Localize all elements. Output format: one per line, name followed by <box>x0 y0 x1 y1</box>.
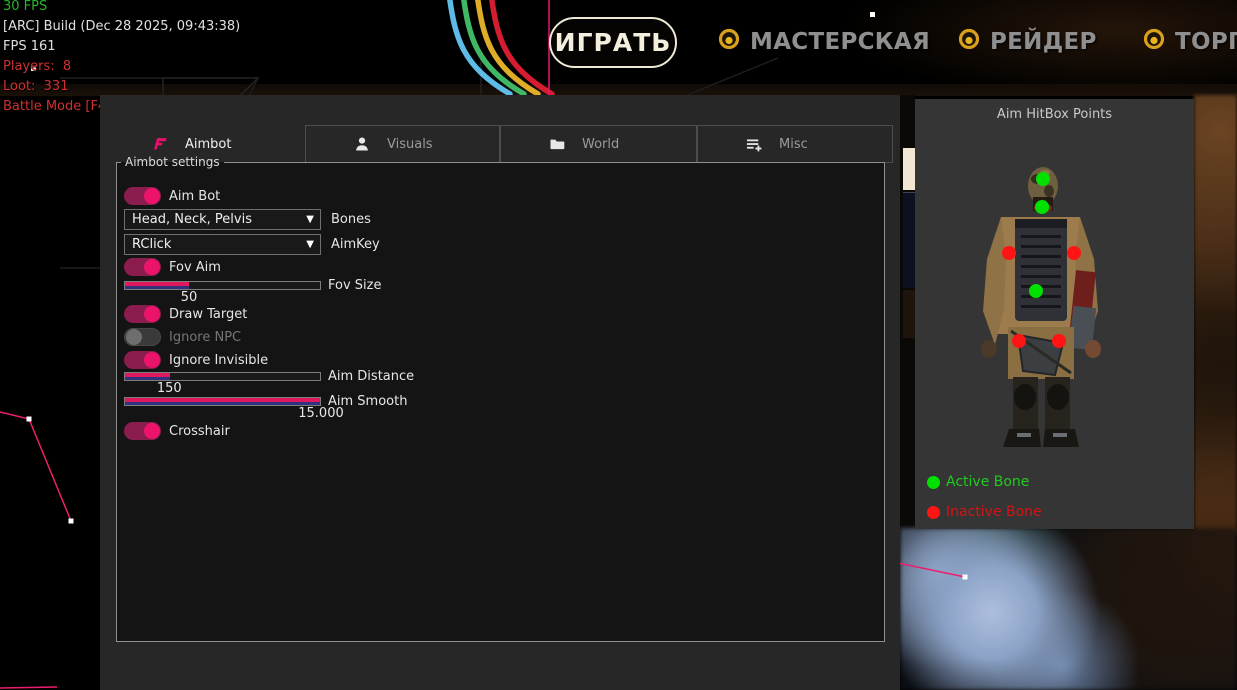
person-icon <box>354 136 371 152</box>
hud-line: Loot: 331 <box>3 77 240 97</box>
slider-label: Aim Smooth <box>328 394 407 409</box>
aimbot-settings-group: Aimbot settings Aim Bot Head, Neck, Pelvi… <box>116 155 885 642</box>
toggle-knob <box>144 423 160 439</box>
hitbox-dot-active <box>1029 284 1043 298</box>
toggle-label: Aim Bot <box>169 189 220 204</box>
toggle-row-aim-bot: Aim Bot <box>124 187 220 205</box>
legend-item: Active Bone <box>927 474 1029 490</box>
tab-label: Visuals <box>387 137 433 152</box>
toggle-label: Crosshair <box>169 424 230 439</box>
game-menu-item[interactable]: РЕЙДЕР <box>958 28 1097 56</box>
draw-target-toggle[interactable] <box>124 305 161 323</box>
game-menu-label: МАСТЕРСКАЯ <box>750 29 930 55</box>
toggle-label: Draw Target <box>169 307 247 322</box>
toggle-knob <box>144 352 160 368</box>
aimbot-icon <box>150 136 167 152</box>
coin-icon <box>718 28 740 56</box>
fov-size-slider[interactable] <box>124 281 321 290</box>
aim-smooth-slider[interactable] <box>124 397 321 406</box>
slider-fill <box>125 398 320 405</box>
dropdown-row-aimkey: RClick ▼ AimKey <box>124 234 380 255</box>
slider-row-aim-smooth: 15.000Aim Smooth <box>124 397 321 406</box>
hud-line: 30 FPS <box>3 0 240 17</box>
cheat-menu-panel: Aimbot Visuals World Misc Aimbot settings A… <box>100 95 900 690</box>
fov-aim-toggle[interactable] <box>124 258 161 276</box>
legend-label: Active Bone <box>946 474 1029 490</box>
dropdown-label: AimKey <box>331 237 380 252</box>
chevron-down-icon: ▼ <box>306 239 314 250</box>
hud-line: Players: 8 <box>3 57 240 77</box>
play-button[interactable]: ИГРАТЬ <box>549 17 677 68</box>
hitbox-dot-inactive <box>1067 246 1081 260</box>
slider-row-fov-size: 50Fov Size <box>124 281 321 290</box>
toggle-knob <box>144 259 160 275</box>
dropdown-label: Bones <box>331 212 371 227</box>
hud-line: [ARC] Build (Dec 28 2025, 09:43:38) <box>3 17 240 37</box>
tab-label: Misc <box>779 137 808 152</box>
chevron-down-icon: ▼ <box>306 214 314 225</box>
hitbox-dot-active <box>1036 172 1050 186</box>
bones-dropdown[interactable]: Head, Neck, Pelvis ▼ <box>124 209 321 230</box>
dropdown-row-bones: Head, Neck, Pelvis ▼ Bones <box>124 209 371 230</box>
toggle-knob <box>144 188 160 204</box>
slider-value: 150 <box>157 381 182 396</box>
toggle-knob <box>126 329 142 345</box>
controls-area: Aim Bot Head, Neck, Pelvis ▼ Bones RClick ▼ Ai… <box>124 169 884 641</box>
legend-dot <box>927 506 940 519</box>
dropdown-value: RClick <box>125 237 171 252</box>
toggle-row-fov-aim: Fov Aim <box>124 258 221 276</box>
coin-icon <box>1143 28 1165 56</box>
ignore-npc-toggle[interactable] <box>124 328 161 346</box>
tab-label: Aimbot <box>185 137 231 152</box>
tab-label: World <box>582 137 619 152</box>
ignore-invisible-toggle[interactable] <box>124 351 161 369</box>
white-marker-dot <box>870 12 875 17</box>
group-title: Aimbot settings <box>121 155 224 169</box>
slider-label: Aim Distance <box>328 369 414 384</box>
slider-label: Fov Size <box>328 278 381 293</box>
toggle-row-draw-target: Draw Target <box>124 305 247 323</box>
toggle-knob <box>144 306 160 322</box>
misc-icon <box>746 136 763 152</box>
aim-bot-toggle[interactable] <box>124 187 161 205</box>
slider-row-aim-distance: 150Aim Distance <box>124 372 321 381</box>
legend-dot <box>927 476 940 489</box>
game-menu-label: РЕЙДЕР <box>990 29 1097 55</box>
game-menu-label: ТОРГО <box>1175 29 1237 55</box>
hitbox-panel-title: Aim HitBox Points <box>915 107 1194 122</box>
dropdown-value: Head, Neck, Pelvis <box>125 212 252 227</box>
aim-distance-slider[interactable] <box>124 372 321 381</box>
crosshair-toggle[interactable] <box>124 422 161 440</box>
hitbox-dot-inactive <box>1002 246 1016 260</box>
hitbox-panel: Aim HitBox Points <box>915 99 1194 529</box>
legend-label: Inactive Bone <box>946 504 1042 520</box>
toggle-label: Ignore NPC <box>169 330 241 345</box>
folder-icon <box>549 136 566 152</box>
slider-fill <box>125 282 189 289</box>
game-menu-item[interactable]: МАСТЕРСКАЯ <box>718 28 930 56</box>
hitbox-dot-active <box>1035 200 1049 214</box>
slider-fill <box>125 373 170 380</box>
toggle-label: Ignore Invisible <box>169 353 268 368</box>
aimkey-dropdown[interactable]: RClick ▼ <box>124 234 321 255</box>
slider-value: 50 <box>181 290 198 305</box>
game-menu-item[interactable]: ТОРГО <box>1143 28 1237 56</box>
hitbox-dot-inactive <box>1012 334 1026 348</box>
coin-icon <box>958 28 980 56</box>
toggle-row-crosshair: Crosshair <box>124 422 230 440</box>
toggle-row-ignore-invisible: Ignore Invisible <box>124 351 268 369</box>
toggle-row-ignore-npc: Ignore NPC <box>124 328 241 346</box>
toggle-label: Fov Aim <box>169 260 221 275</box>
legend-item: Inactive Bone <box>927 504 1042 520</box>
hud-line: FPS 161 <box>3 37 240 57</box>
hitbox-dot-inactive <box>1052 334 1066 348</box>
